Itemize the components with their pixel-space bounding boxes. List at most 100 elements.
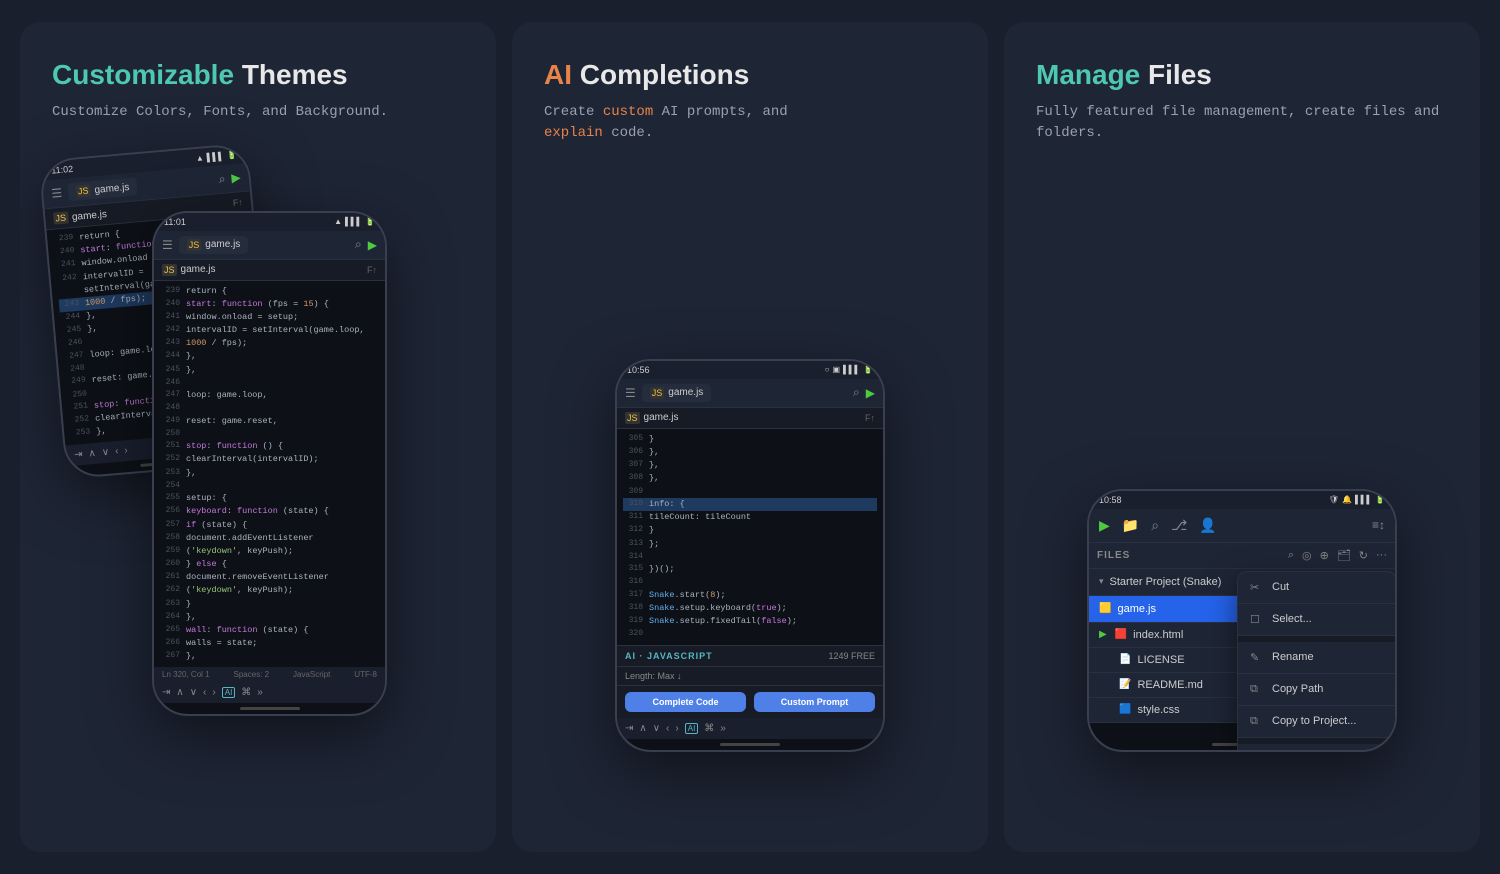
custom-prompt-button[interactable]: Custom Prompt xyxy=(754,692,875,712)
file-name-gamejs: game.js xyxy=(1117,603,1156,615)
run-icon[interactable]: ▶ xyxy=(866,386,875,400)
user-icon[interactable]: 👤 xyxy=(1199,517,1216,534)
phone-front-status-icons: ▲ ▌▌▌ 🔋 xyxy=(334,217,375,226)
files-more-icon[interactable]: ··· xyxy=(1376,549,1387,562)
signal-icon: ▌▌▌ xyxy=(345,217,362,226)
copy-path-icon: ⧉ xyxy=(1250,683,1264,696)
nav-tab-icon[interactable]: ⇥ xyxy=(74,449,83,461)
signal-icon: ▌▌▌ xyxy=(1355,495,1372,504)
git-icon[interactable]: ⎇ xyxy=(1171,517,1187,534)
phone-front-filename: game.js xyxy=(205,239,240,250)
card3-phone: 10:58 🛡 🔔 ▌▌▌ 🔋 ▶ 📁 ⌕ ⎇ 👤 ≡↕ xyxy=(1087,489,1397,752)
card2-toolbar: ☰ JS game.js ⌕ ▶ xyxy=(617,379,883,408)
nav-cmd-icon[interactable]: ⌘ xyxy=(241,687,251,698)
complete-code-button[interactable]: Complete Code xyxy=(625,692,746,712)
nav-left-icon[interactable]: ‹ xyxy=(666,723,669,734)
nav-tab-icon[interactable]: ⇥ xyxy=(625,723,633,734)
screen-icon: ▣ xyxy=(832,365,840,374)
phone-back-tab[interactable]: JS game.js xyxy=(67,177,138,201)
ai-credits: 1249 FREE xyxy=(828,651,875,661)
ctx-copy-path[interactable]: ⧉ Copy Path xyxy=(1238,674,1396,706)
card2-title-completions: Completions xyxy=(580,59,750,90)
phone-back-nav-icons: ⇥ ∧ ∨ ‹ › xyxy=(74,445,128,461)
run-icon[interactable]: ▶ xyxy=(231,170,241,185)
card2-tab[interactable]: JS game.js xyxy=(642,384,712,402)
files-refresh-icon[interactable]: ↻ xyxy=(1359,549,1368,562)
nav-more-icon[interactable]: » xyxy=(720,723,726,734)
nav-down-icon[interactable]: ∨ xyxy=(190,687,197,698)
nav-ai-icon[interactable]: AI xyxy=(685,723,699,734)
ctx-cut-label: Cut xyxy=(1272,581,1289,593)
files-new-file-icon[interactable]: ⊕ xyxy=(1320,549,1329,562)
file-md-icon: 📝 xyxy=(1119,679,1131,690)
phone-front-tab[interactable]: JS game.js xyxy=(179,236,249,254)
phone-front-time: 11:01 xyxy=(164,217,186,227)
ai-buttons: Complete Code Custom Prompt xyxy=(617,686,883,718)
ctx-rename[interactable]: ✎ Rename xyxy=(1238,642,1396,674)
file-header-shortcut: F↑ xyxy=(367,265,377,275)
ctx-cut[interactable]: ✂ Cut xyxy=(1238,572,1396,604)
card2-file-header: JS game.js F↑ xyxy=(617,408,883,429)
signal-icon: ▌▌▌ xyxy=(206,151,224,161)
card2-nav-icons: ⇥ ∧ ∨ ‹ › AI ⌘ » xyxy=(625,723,726,734)
file-header-name: game.js xyxy=(181,264,216,275)
status-spaces: Spaces: 2 xyxy=(234,670,270,679)
status-position: Ln 320, Col 1 xyxy=(162,670,210,679)
hamburger-icon[interactable]: ☰ xyxy=(51,185,63,200)
battery-icon: 🔋 xyxy=(226,150,237,160)
nav-up-icon[interactable]: ∧ xyxy=(88,448,96,460)
nav-up-icon[interactable]: ∧ xyxy=(639,723,646,734)
folder-icon[interactable]: 📁 xyxy=(1122,517,1139,534)
js-icon: JS xyxy=(650,387,665,399)
desc-create: Create xyxy=(544,104,603,120)
run-action-icon[interactable]: ▶ xyxy=(1099,517,1110,534)
feature-card-themes: Customizable Themes Customize Colors, Fo… xyxy=(20,22,496,852)
hamburger-icon[interactable]: ☰ xyxy=(162,238,173,252)
nav-cmd-icon[interactable]: ⌘ xyxy=(704,723,714,734)
ctx-copy-project-label: Copy to Project... xyxy=(1272,715,1356,727)
ai-header: AI · JAVASCRIPT 1249 FREE xyxy=(617,646,883,667)
project-name: Starter Project (Snake) xyxy=(1110,576,1222,588)
status-encoding: UTF-8 xyxy=(354,670,377,679)
search-icon[interactable]: ⌕ xyxy=(853,385,860,400)
search-icon[interactable]: ⌕ xyxy=(218,171,226,187)
hamburger-icon[interactable]: ☰ xyxy=(625,386,636,400)
card2-desc: Create custom AI prompts, and explain co… xyxy=(544,102,956,144)
ctx-select[interactable]: ☐ Select... xyxy=(1238,604,1396,636)
battery-icon: 🔋 xyxy=(1375,495,1385,504)
nav-right-icon[interactable]: › xyxy=(212,687,215,698)
files-location-icon[interactable]: ◎ xyxy=(1302,549,1312,562)
search-icon[interactable]: ⌕ xyxy=(355,237,362,252)
status-lang: JavaScript xyxy=(293,670,330,679)
nav-ai-icon[interactable]: AI xyxy=(222,687,236,698)
select-icon: ☐ xyxy=(1250,613,1264,626)
nav-left-icon[interactable]: ‹ xyxy=(115,446,119,457)
nav-down-icon[interactable]: ∨ xyxy=(101,447,109,459)
card2-bottombar: ⇥ ∧ ∨ ‹ › AI ⌘ » xyxy=(617,718,883,739)
phone-front-file-header: JS game.js F↑ xyxy=(154,260,385,281)
card1-title-customizable: Customizable xyxy=(52,59,234,90)
js-icon: JS xyxy=(187,239,202,251)
phone-front-bottombar: ⇥ ∧ ∨ ‹ › AI ⌘ » xyxy=(154,682,385,703)
ctx-share[interactable]: ↑ Share xyxy=(1238,744,1396,752)
battery-icon: 🔋 xyxy=(863,365,873,374)
card1-title-themes: Themes xyxy=(242,59,348,90)
ctx-select-label: Select... xyxy=(1272,613,1312,625)
card2-title: AI Completions xyxy=(544,58,956,92)
run-icon[interactable]: ▶ xyxy=(368,238,377,252)
files-new-folder-icon[interactable]: 🗂 xyxy=(1337,549,1351,562)
nav-left-icon[interactable]: ‹ xyxy=(203,687,206,698)
card2-file-header-name: game.js xyxy=(644,412,679,423)
nav-up-icon[interactable]: ∧ xyxy=(176,687,183,698)
ctx-copy-project[interactable]: ⧉ Copy to Project... xyxy=(1238,706,1396,738)
nav-right-icon[interactable]: › xyxy=(675,723,678,734)
settings-icon[interactable]: ≡↕ xyxy=(1372,518,1385,532)
nav-tab-icon[interactable]: ⇥ xyxy=(162,687,170,698)
nav-down-icon[interactable]: ∨ xyxy=(653,723,660,734)
nav-right-icon[interactable]: › xyxy=(124,445,128,456)
desc-code: code. xyxy=(603,125,653,141)
nav-more-icon[interactable]: » xyxy=(257,687,263,698)
search-action-icon[interactable]: ⌕ xyxy=(1151,517,1159,534)
files-search-icon[interactable]: ⌕ xyxy=(1288,549,1294,562)
card3-desc: Fully featured file management, create f… xyxy=(1036,102,1448,144)
